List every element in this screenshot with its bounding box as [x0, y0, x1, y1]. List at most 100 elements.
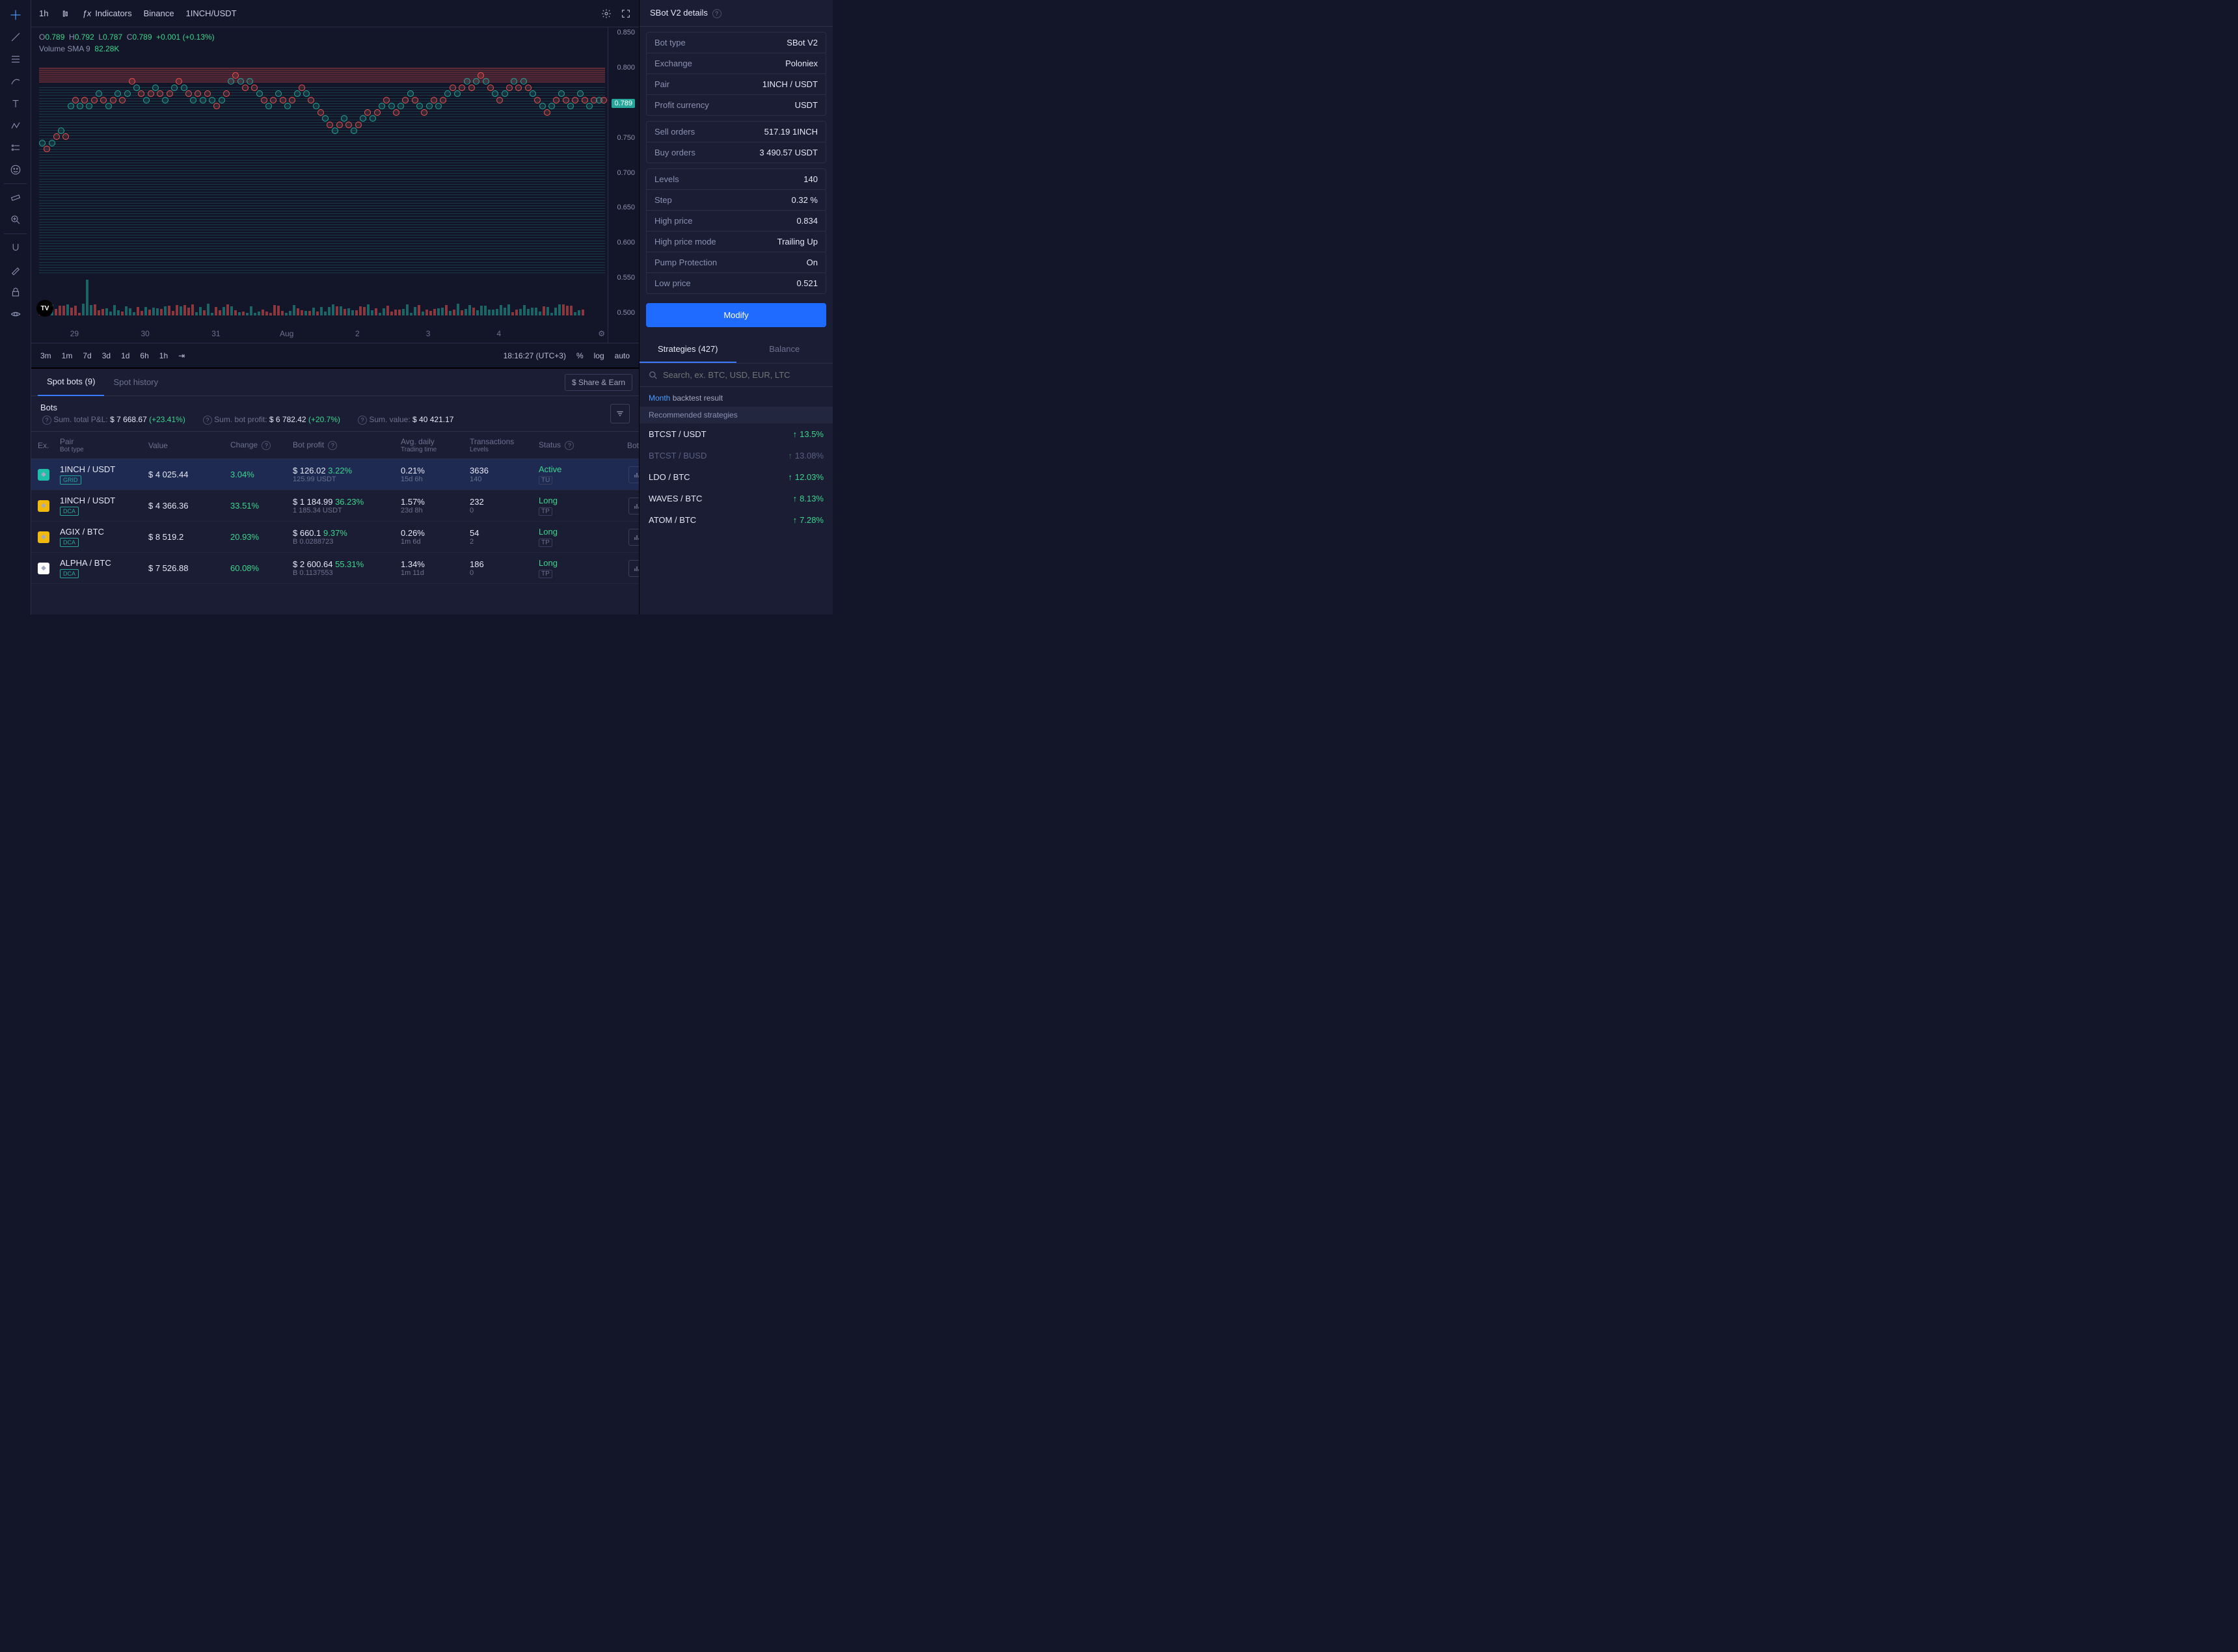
stay-draw-tool[interactable]	[0, 259, 31, 281]
ohlc-readout: O0.789 H0.792 L0.787 C0.789 +0.001 (+0.1…	[39, 33, 605, 42]
bot-row[interactable]: ◆ 1INCH / USDTGRID $ 4 025.44 3.04% $ 12…	[31, 459, 639, 490]
detail-row: ExchangePoloniex	[647, 53, 826, 74]
exchange-icon: ◆	[38, 469, 49, 481]
detail-row: Levels140	[647, 169, 826, 190]
detail-row: Buy orders3 490.57 USDT	[647, 142, 826, 163]
search-icon	[649, 371, 658, 380]
help-icon[interactable]: ?	[262, 441, 271, 450]
tf-7d[interactable]: 7d	[83, 351, 91, 360]
tab-spot-bots[interactable]: Spot bots (9)	[38, 369, 104, 396]
filter-button[interactable]	[610, 404, 630, 423]
xaxis-settings-icon[interactable]: ⚙	[534, 329, 605, 338]
price-chart[interactable]: O0.789 H0.792 L0.787 C0.789 +0.001 (+0.1…	[31, 27, 608, 343]
chart-area: 1h ƒx Indicators Binance 1INCH/USDT O0.7…	[31, 0, 639, 367]
strategy-row[interactable]: ATOM / BTC↑7.28%	[640, 509, 833, 531]
stats-button[interactable]	[628, 560, 639, 577]
detail-row: High price0.834	[647, 211, 826, 232]
ruler-tool[interactable]	[0, 187, 31, 209]
tf-1m[interactable]: 1m	[62, 351, 73, 360]
axis-log[interactable]: log	[594, 351, 604, 360]
detail-row: High price modeTrailing Up	[647, 232, 826, 252]
trendline-tool[interactable]	[0, 26, 31, 48]
bot-pair: AGIX / BTC	[60, 527, 144, 537]
bot-change: 20.93%	[230, 532, 289, 542]
stats-button[interactable]	[628, 529, 639, 546]
tab-spot-history[interactable]: Spot history	[104, 369, 167, 396]
exchange-label[interactable]: Binance	[144, 8, 174, 18]
share-earn-button[interactable]: $ Share & Earn	[565, 374, 632, 391]
tf-3m[interactable]: 3m	[40, 351, 51, 360]
strategy-row[interactable]: BTCST / USDT↑13.5%	[640, 423, 833, 445]
bots-table-header: Ex. PairBot type Value Change ? Bot prof…	[31, 432, 639, 459]
tradingview-badge[interactable]: TV	[36, 300, 53, 317]
bot-value: $ 8 519.2	[148, 532, 226, 542]
help-icon[interactable]: ?	[358, 416, 367, 425]
axis-auto[interactable]: auto	[615, 351, 630, 360]
bot-type-badge: DCA	[60, 538, 79, 547]
fullscreen-icon[interactable]	[621, 8, 631, 19]
bot-change: 3.04%	[230, 470, 289, 479]
bots-title: Bots	[40, 403, 610, 412]
strategy-row[interactable]: WAVES / BTC↑8.13%	[640, 488, 833, 509]
tf-3d[interactable]: 3d	[102, 351, 111, 360]
backtest-label: Month backtest result	[640, 387, 833, 406]
bot-pair: 1INCH / USDT	[60, 496, 144, 505]
tab-balance[interactable]: Balance	[736, 336, 833, 363]
goto-date-icon[interactable]: ⇥	[178, 351, 185, 360]
pattern-tool[interactable]	[0, 114, 31, 137]
modify-button[interactable]: Modify	[646, 303, 826, 327]
bot-status: Long	[539, 527, 591, 537]
clock: 18:16:27 (UTC+3)	[504, 351, 566, 360]
stats-button[interactable]	[628, 498, 639, 514]
x-axis: 29 30 31 Aug 2 3 4 ⚙	[39, 325, 605, 343]
indicators-button[interactable]: ƒx Indicators	[82, 8, 131, 18]
hide-tool[interactable]	[0, 303, 31, 325]
detail-row: Step0.32 %	[647, 190, 826, 211]
detail-row: Profit currencyUSDT	[647, 95, 826, 115]
bot-pair: 1INCH / USDT	[60, 464, 144, 474]
help-icon[interactable]: ?	[712, 9, 721, 18]
fib-tool[interactable]	[0, 48, 31, 70]
current-price-tag: 0.789	[612, 99, 635, 108]
y-axis[interactable]: 0.850 0.800 0.789 0.750 0.700 0.650 0.60…	[608, 27, 639, 343]
pair-label[interactable]: 1INCH/USDT	[186, 8, 237, 18]
axis-percent[interactable]: %	[576, 351, 584, 360]
bot-status: Long	[539, 558, 591, 568]
tab-strategies[interactable]: Strategies (427)	[640, 336, 736, 363]
bot-type-badge: DCA	[60, 569, 79, 578]
help-icon[interactable]: ?	[328, 441, 337, 450]
bot-row[interactable]: ◆ AGIX / BTCDCA $ 8 519.2 20.93% $ 660.1…	[31, 522, 639, 553]
detail-row: Bot typeSBot V2	[647, 33, 826, 53]
help-icon[interactable]: ?	[565, 441, 574, 450]
strategy-row[interactable]: LDO / BTC↑12.03%	[640, 466, 833, 488]
brush-tool[interactable]	[0, 70, 31, 92]
stats-button[interactable]	[628, 466, 639, 483]
tf-1h[interactable]: 1h	[159, 351, 168, 360]
text-tool[interactable]	[0, 92, 31, 114]
timeframe-selector[interactable]: 1h	[39, 8, 48, 18]
position-tool[interactable]	[0, 137, 31, 159]
bot-row[interactable]: ◆ ALPHA / BTCDCA $ 7 526.88 60.08% $ 2 6…	[31, 553, 639, 584]
bot-row[interactable]: ◆ 1INCH / USDTDCA $ 4 366.36 33.51% $ 1 …	[31, 490, 639, 522]
bot-type-badge: DCA	[60, 507, 79, 516]
detail-row: Low price0.521	[647, 273, 826, 293]
tf-6h[interactable]: 6h	[140, 351, 148, 360]
help-icon[interactable]: ?	[42, 416, 51, 425]
magnet-tool[interactable]	[0, 237, 31, 259]
strategy-row[interactable]: BTCST / BUSD↑13.08%	[640, 445, 833, 466]
crosshair-tool[interactable]	[0, 4, 31, 26]
emoji-tool[interactable]	[0, 159, 31, 181]
chart-settings-icon[interactable]	[601, 8, 612, 19]
detail-row: Pair1INCH / USDT	[647, 74, 826, 95]
exchange-icon: ◆	[38, 563, 49, 574]
strategy-search-input[interactable]	[663, 370, 824, 380]
details-block: Sell orders517.19 1INCHBuy orders3 490.5…	[646, 121, 826, 163]
details-block: Levels140Step0.32 %High price0.834High p…	[646, 168, 826, 294]
tf-1d[interactable]: 1d	[121, 351, 129, 360]
candle-type-selector[interactable]	[60, 8, 70, 19]
detail-row: Pump ProtectionOn	[647, 252, 826, 273]
lock-tool[interactable]	[0, 281, 31, 303]
details-panel-title: SBot V2 details ?	[640, 0, 833, 27]
help-icon[interactable]: ?	[203, 416, 212, 425]
zoom-tool[interactable]	[0, 209, 31, 231]
